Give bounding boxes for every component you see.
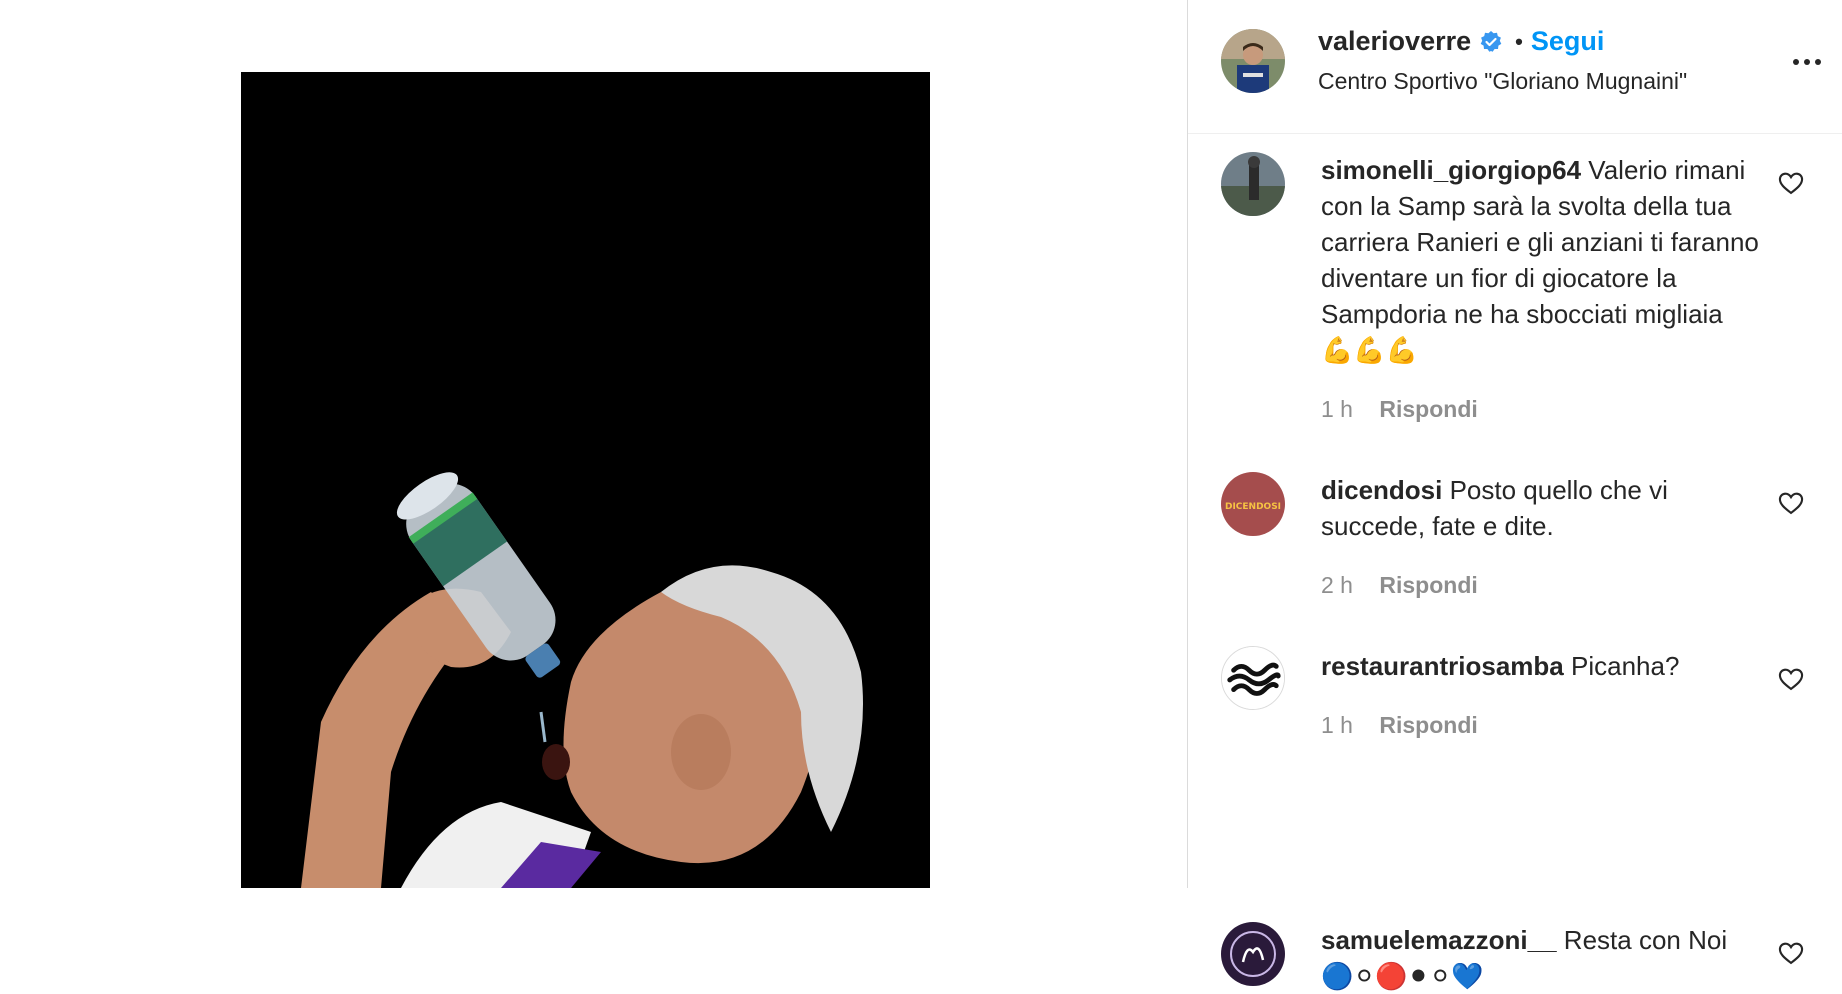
comment-meta: 1 h Rispondi: [1321, 712, 1478, 739]
comment-time[interactable]: 1 h: [1321, 712, 1353, 738]
post-location[interactable]: Centro Sportivo "Gloriano Mugnaini": [1318, 68, 1687, 95]
author-username[interactable]: valerioverre: [1318, 26, 1471, 57]
author-line: valerioverre • Segui: [1318, 26, 1604, 57]
comment-body: dicendosi Posto quello che vi succede, f…: [1321, 472, 1761, 544]
post-sidebar: valerioverre • Segui Centro Sportivo "Gl…: [1187, 0, 1842, 991]
author-avatar-image: [1221, 29, 1285, 93]
comment-avatar-image: [1221, 922, 1285, 986]
comment-text: Picanha?: [1571, 651, 1680, 681]
comment-avatar[interactable]: [1221, 922, 1285, 986]
heart-icon[interactable]: [1777, 665, 1805, 693]
reply-button[interactable]: Rispondi: [1379, 396, 1477, 422]
heart-icon[interactable]: [1777, 169, 1805, 197]
comment-avatar-image: [1221, 152, 1285, 216]
comment-time[interactable]: 1 h: [1321, 396, 1353, 422]
post-photo-illustration: [241, 72, 930, 888]
comments-list: simonelli_giorgiop64 Valerio rimani con …: [1188, 134, 1842, 991]
more-options-icon[interactable]: [1787, 44, 1827, 80]
follow-button[interactable]: Segui: [1531, 26, 1605, 57]
reply-button[interactable]: Rispondi: [1379, 572, 1477, 598]
comment-text: Valerio rimani con la Samp sarà la svolt…: [1321, 155, 1759, 365]
author-avatar[interactable]: [1221, 29, 1285, 93]
comment-body: samuelemazzoni__ Resta con Noi 🔵⚪🔴⚫⚪💙: [1321, 922, 1761, 994]
comment-body: restaurantriosamba Picanha?: [1321, 648, 1761, 684]
comment-meta: 2 h Rispondi: [1321, 572, 1478, 599]
comment-avatar-label: DICENDOSI: [1225, 502, 1281, 512]
comment-avatar-image: DICENDOSI: [1221, 472, 1285, 536]
comment-avatar[interactable]: [1221, 646, 1285, 710]
post-media-pane: [0, 0, 1187, 888]
reply-button[interactable]: Rispondi: [1379, 712, 1477, 738]
comment-time[interactable]: 2 h: [1321, 572, 1353, 598]
comment-avatar[interactable]: DICENDOSI: [1221, 472, 1285, 536]
comment-username[interactable]: simonelli_giorgiop64: [1321, 155, 1581, 185]
comment-username[interactable]: dicendosi: [1321, 475, 1442, 505]
post-header: valerioverre • Segui Centro Sportivo "Gl…: [1188, 0, 1842, 134]
comment-username[interactable]: samuelemazzoni__: [1321, 925, 1557, 955]
comment-body: simonelli_giorgiop64 Valerio rimani con …: [1321, 152, 1761, 368]
comment-meta: 1 h Rispondi: [1321, 396, 1478, 423]
comment-avatar[interactable]: [1221, 152, 1285, 216]
post-photo[interactable]: [241, 72, 930, 888]
comment-username[interactable]: restaurantriosamba: [1321, 651, 1564, 681]
verified-badge-icon: [1480, 30, 1502, 52]
heart-icon[interactable]: [1777, 489, 1805, 517]
heart-icon[interactable]: [1777, 939, 1805, 967]
comment-avatar-image: [1222, 647, 1284, 709]
header-separator: •: [1515, 28, 1523, 54]
